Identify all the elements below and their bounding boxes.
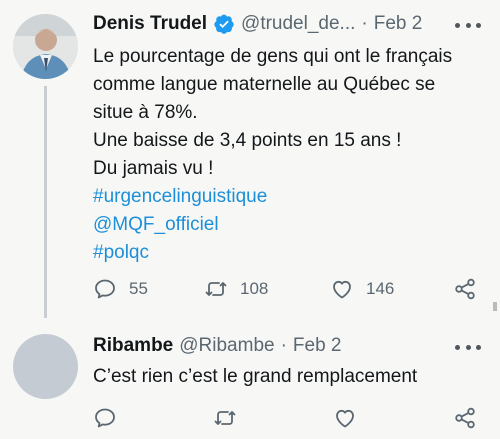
author-handle[interactable]: @trudel_de... (241, 13, 355, 35)
like-count: 146 (366, 279, 395, 298)
scrollbar-thumb[interactable] (493, 302, 497, 311)
reply-icon (95, 279, 115, 299)
reply-button[interactable] (93, 403, 117, 433)
more-options-icon[interactable] (455, 21, 481, 29)
like-button[interactable]: 146 (330, 274, 394, 304)
reply-button[interactable]: 55 (93, 274, 148, 304)
reply-icon (95, 408, 115, 428)
tweet-actions (93, 403, 483, 433)
tweet-date[interactable]: Feb 2 (374, 13, 423, 35)
author-name[interactable]: Denis Trudel (93, 13, 207, 35)
verified-badge-icon (214, 14, 234, 34)
tweet-header: Ribambe @Ribambe · Feb 2 (93, 332, 342, 360)
retweet-count: 108 (240, 279, 269, 298)
separator-dot: · (361, 13, 368, 34)
text-line: comme langue maternelle au Québec se (93, 74, 436, 95)
heart-icon (336, 409, 354, 428)
retweet-icon (205, 282, 227, 296)
avatar-photo (13, 14, 78, 79)
text-line: Du jamais vu ! (93, 158, 214, 179)
tweet-date[interactable]: Feb 2 (293, 335, 342, 357)
share-icon (455, 278, 475, 300)
hashtag-link[interactable]: #polqc (93, 239, 483, 267)
more-options-icon[interactable] (455, 343, 481, 351)
tweet-actions: 55 108 146 (93, 274, 483, 304)
author-handle[interactable]: @Ribambe (179, 335, 274, 357)
hashtag-link[interactable]: #urgencelinguistique (93, 183, 483, 211)
text-line: Une baisse de 3,4 points en 15 ans ! (93, 130, 402, 151)
share-button[interactable] (453, 274, 477, 304)
heart-icon (333, 280, 351, 299)
reply-count: 55 (129, 279, 148, 298)
tweet-text: C’est rien c’est le grand remplacement (93, 363, 483, 391)
share-icon (455, 407, 475, 429)
tweet-text: Le pourcentage de gens qui ont le frança… (93, 43, 483, 267)
mention-link[interactable]: @MQF_officiel (93, 211, 483, 239)
separator-dot: · (280, 335, 287, 356)
text-line: situe à 78%. (93, 102, 198, 123)
text-line: C’est rien c’est le grand remplacement (93, 366, 418, 387)
like-button[interactable] (333, 403, 357, 433)
thread-line (44, 86, 47, 318)
text-line: Le pourcentage de gens qui ont le frança… (93, 46, 453, 67)
tweet-ribambe[interactable]: Ribambe @Ribambe · Feb 2 C’est rien c’es… (0, 318, 500, 439)
avatar[interactable] (13, 334, 78, 399)
avatar[interactable] (13, 14, 78, 79)
author-name[interactable]: Ribambe (93, 335, 173, 357)
tweet-header: Denis Trudel @trudel_de... · Feb 2 (93, 10, 422, 38)
tweet-denis-trudel[interactable]: Denis Trudel @trudel_de... · Feb 2 Le po… (0, 0, 500, 318)
retweet-button[interactable] (213, 403, 237, 433)
share-button[interactable] (453, 403, 477, 433)
retweet-button[interactable]: 108 (204, 274, 268, 304)
retweet-icon (214, 411, 236, 425)
